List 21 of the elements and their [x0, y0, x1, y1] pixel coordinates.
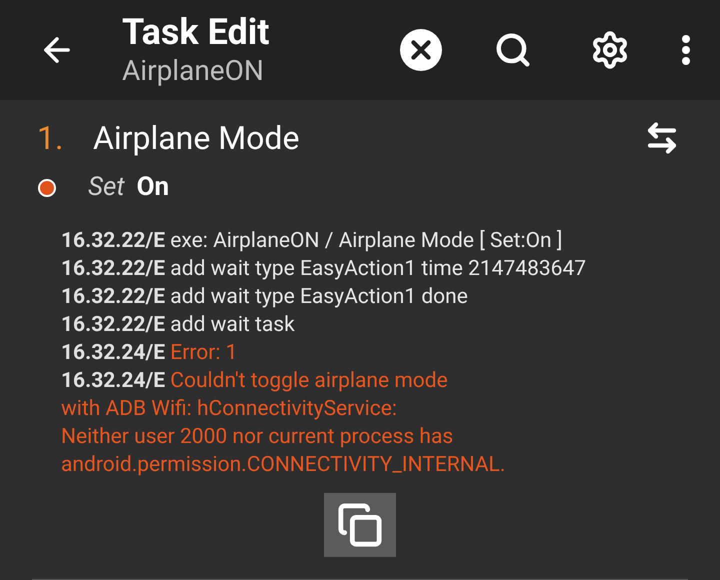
log-line: 16.32.22/E add wait type EasyAction1 time 2147483647 [61, 256, 588, 283]
search-button[interactable] [494, 31, 532, 69]
search-icon [494, 31, 532, 69]
log-line: 16.32.24/E Error: 1 [61, 340, 238, 367]
copy-icon [337, 502, 383, 548]
parameter-label: Set [88, 171, 125, 204]
log-line: 16.32.22/E exe: AirplaneON / Airplane Mode [ Set:On ] [61, 228, 564, 255]
copy-button[interactable] [324, 493, 396, 557]
parameter-value: On [136, 171, 170, 204]
settings-button[interactable] [590, 30, 630, 70]
settings-icon [590, 30, 630, 70]
action-name: Airplane Mode [93, 118, 300, 159]
close-button[interactable] [400, 29, 442, 71]
log-line: 16.32.22/E add wait type EasyAction1 done [61, 284, 469, 311]
action-number: 1. [37, 118, 64, 159]
log-line: 16.32.24/E Couldn't toggle airplane mode with ADB Wifi: hConnectivityService: Neither user 2000 nor current process has android.permission.CONNECTIVITY_INTERNAL. [61, 368, 506, 479]
log-line: 16.32.22/E add wait task [61, 312, 296, 339]
title: Task Edit [122, 11, 270, 53]
more-icon [682, 35, 690, 65]
more-button[interactable] [682, 35, 690, 65]
subtitle: AirplaneON [122, 53, 265, 89]
